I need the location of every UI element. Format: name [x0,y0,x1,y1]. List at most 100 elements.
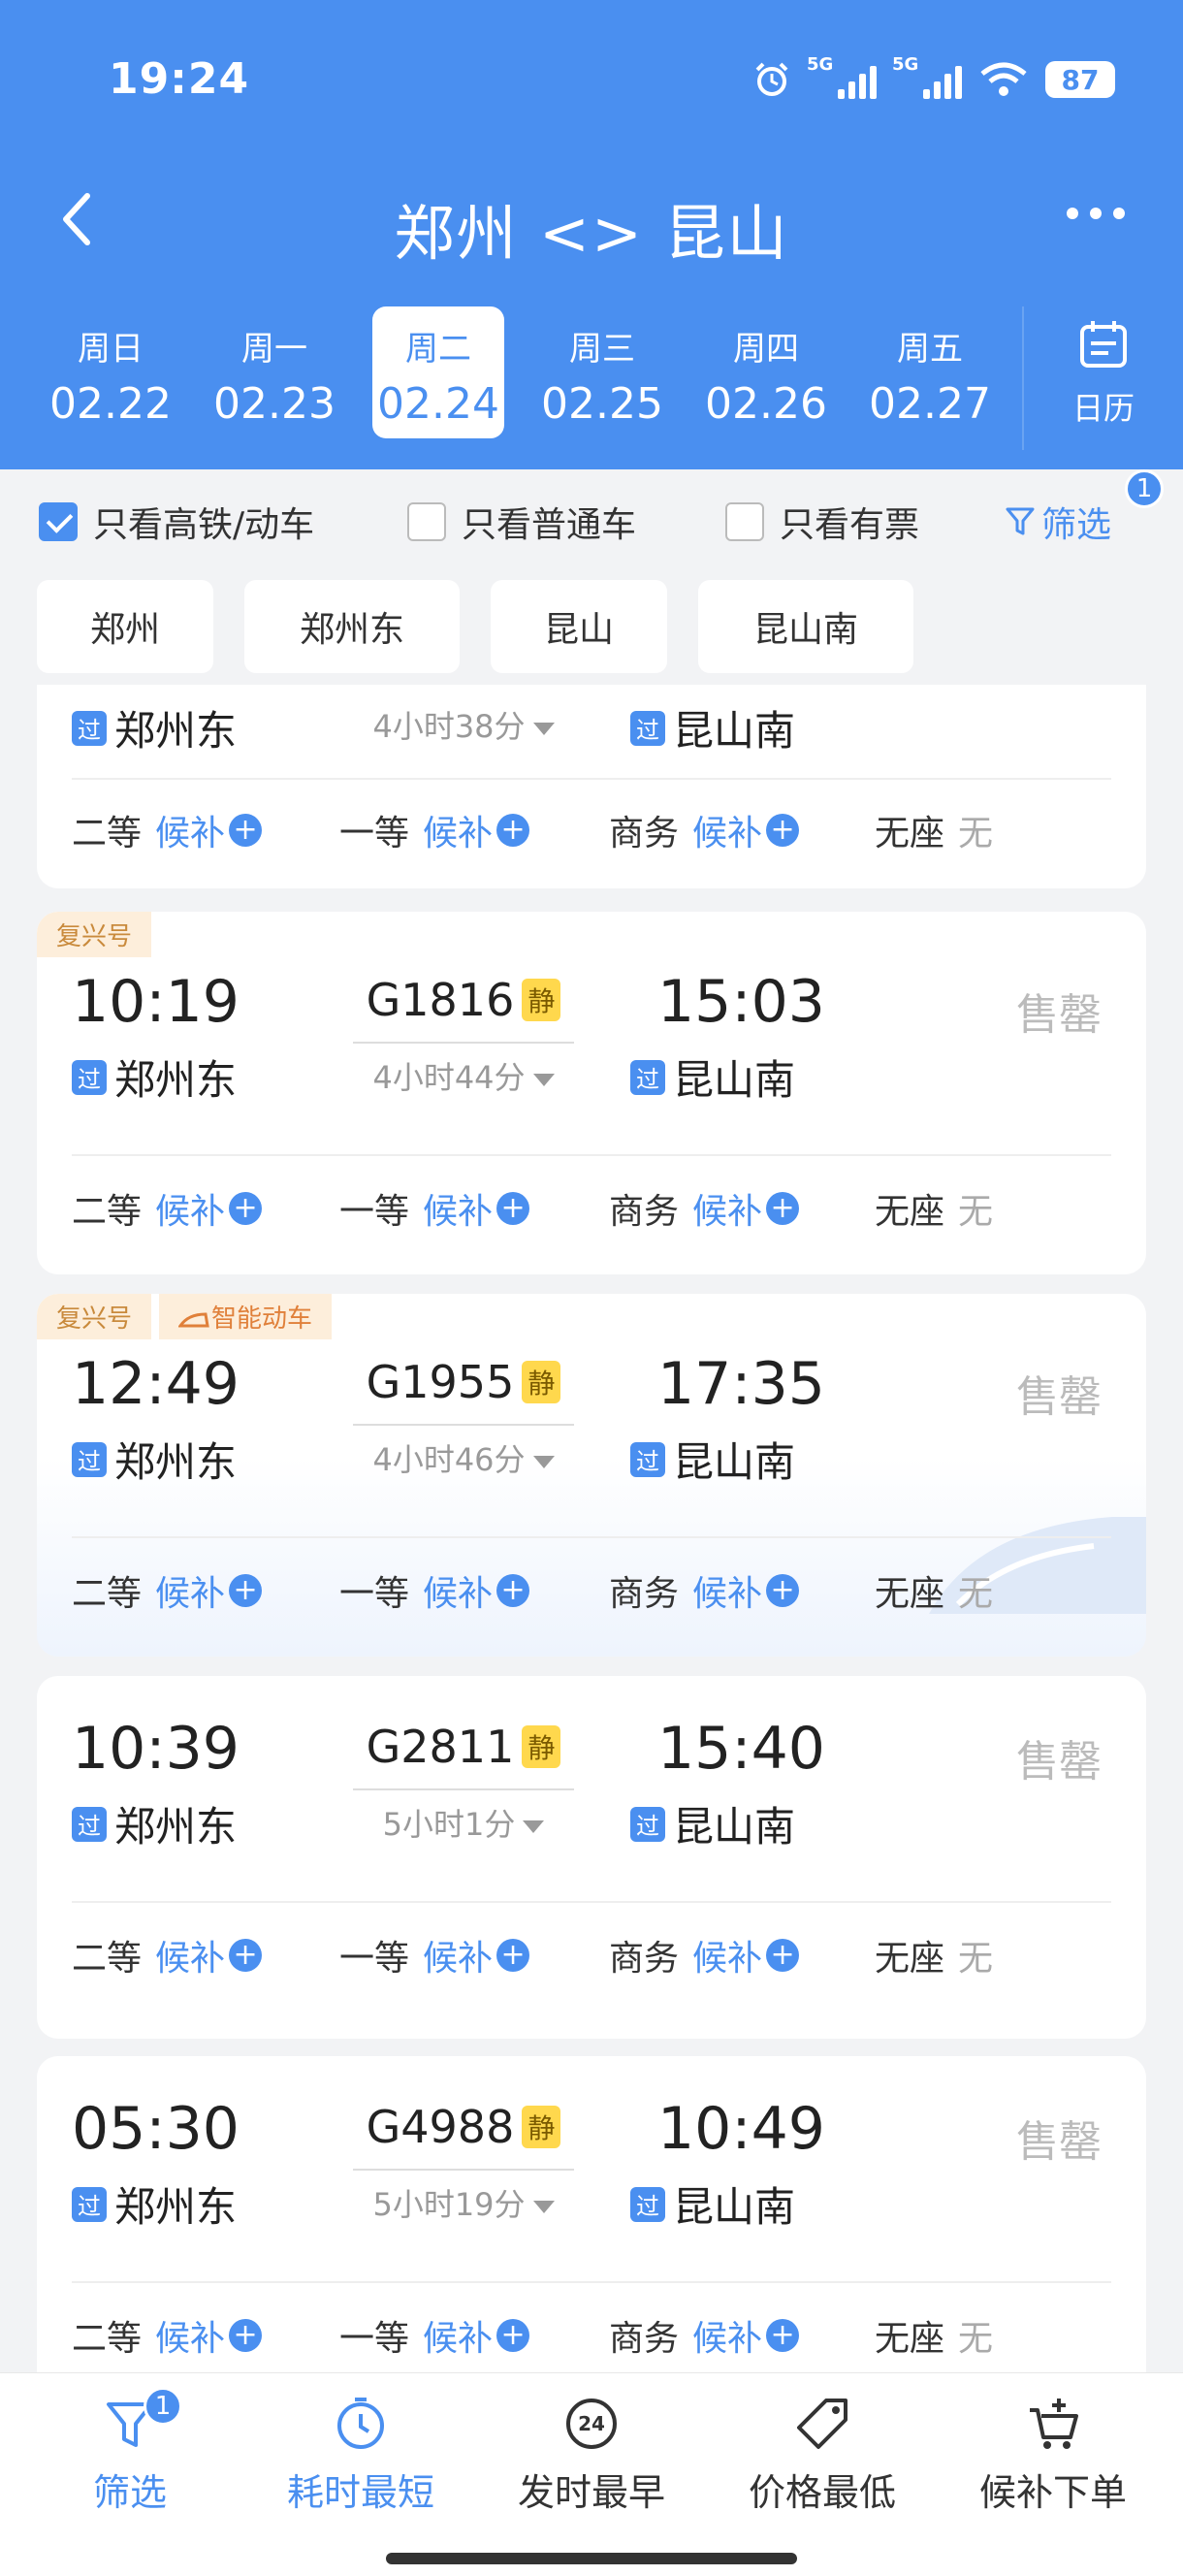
train-duration[interactable]: 5小时19分 [328,2180,599,2225]
seat-second-class[interactable]: 二等 候补 + [72,1930,263,1980]
nav-label: 发时最早 [517,2471,665,2514]
train-line [353,1424,574,1426]
seat-no-seat: 无座无 [875,1574,994,1614]
seat-second-class[interactable]: 二等 候补 + [72,805,263,855]
seat-business-class[interactable]: 商务 候补 + [609,1565,800,1616]
seat-business-class[interactable]: 商务 候补 + [609,1183,800,1234]
calendar-label: 日历 [1071,390,1135,427]
seat-business-class[interactable]: 商务 候补 + [609,2310,800,2361]
station-chips: 郑州 郑州东 昆山 昆山南 [0,580,1183,673]
seat-business-class[interactable]: 商务 候补 + [609,805,800,855]
checkbox-label: 只看普通车 [462,505,637,545]
train-list: 4小时38分 过郑州东 过昆山南 二等 候补 + 一等 候补 + 商务 候补 + 无座无 复… [0,685,1183,2372]
from-station: 过郑州东 [72,1047,237,1107]
clock-24-text: 24 [578,2412,605,2435]
plus-icon: + [229,1574,263,1607]
plus-icon: + [766,1192,800,1225]
high-speed-checkbox[interactable]: 只看高铁/动车 [39,497,314,547]
train-duration[interactable]: 4小时38分 [328,702,599,747]
nav-label: 耗时最短 [286,2471,434,2514]
train-line [353,2169,574,2171]
calendar-button[interactable]: 日历 [1022,306,1183,450]
train-duration[interactable]: 5小时1分 [328,1800,599,1845]
seat-first-class[interactable]: 一等 候补 + [339,1565,530,1616]
date-day: 02.25 [541,379,663,429]
date-tab[interactable]: 周五 02.27 [864,306,996,438]
date-tab-selected[interactable]: 周二 02.24 [372,306,504,438]
to-station: 过昆山南 [630,2174,795,2234]
seat-business-class[interactable]: 商务 候补 + [609,1930,800,1980]
train-line [353,1788,574,1790]
nav-lowest-price[interactable]: 价格最低 [706,2395,939,2516]
train-duration[interactable]: 4小时46分 [328,1435,599,1480]
nav-shortest-duration[interactable]: 耗时最短 [244,2395,477,2516]
seat-second-class[interactable]: 二等 候补 + [72,1183,263,1234]
seat-no-seat: 无座无 [875,1192,994,1232]
pass-icon: 过 [72,1806,107,1842]
train-card[interactable]: 4小时38分 过郑州东 过昆山南 二等 候补 + 一等 候补 + 商务 候补 + 无座无 [37,685,1146,888]
pass-icon: 过 [72,1441,107,1477]
pass-icon: 过 [72,2186,107,2222]
date-day: 02.26 [705,379,827,429]
quiet-car-badge: 静 [522,979,561,1021]
divider [72,1154,1111,1156]
regular-train-checkbox[interactable]: 只看普通车 [407,497,636,547]
nav-filter[interactable]: 筛选 [14,2395,246,2516]
train-number: G2811 静 [328,1721,599,1773]
home-indicator[interactable] [386,2553,797,2564]
seat-second-class[interactable]: 二等 候补 + [72,1565,263,1616]
date-tab[interactable]: 周三 02.25 [536,306,668,438]
nav-label: 筛选 [92,2471,167,2514]
station-chip[interactable]: 昆山南 [698,580,913,673]
cart-add-icon [1030,2399,1078,2449]
train-card[interactable]: 10:39 G2811 静 15:40 售罄 5小时1分 过郑州东 过昆山南 二等… [37,1676,1146,2039]
plus-icon: + [496,1192,530,1225]
station-chip[interactable]: 昆山 [491,580,667,673]
train-card[interactable]: 复兴号 智能动车 12:49 G1955 静 17:35 售罄 4小时46分 过郑… [37,1294,1146,1657]
filter-count-badge: 1 [144,2387,182,2426]
seat-no-seat: 无座无 [875,1939,994,1979]
alarm-icon [755,62,788,96]
quiet-car-badge: 静 [522,1725,561,1768]
date-weekday: 周三 [569,330,635,369]
checkbox-unchecked-icon [725,502,764,541]
seat-first-class[interactable]: 一等 候补 + [339,805,530,855]
date-day: 02.24 [377,379,499,429]
available-checkbox[interactable]: 只看有票 [725,497,919,547]
seat-second-class[interactable]: 二等 候补 + [72,2310,263,2361]
divider [72,778,1111,780]
seat-first-class[interactable]: 一等 候补 + [339,2310,530,2361]
smart-train-tag: 智能动车 [159,1294,333,1339]
more-icon[interactable] [1067,208,1125,219]
station-chip[interactable]: 郑州东 [244,580,460,673]
sold-out-status: 售罄 [1016,2117,1102,2167]
date-weekday: 周一 [241,330,307,369]
train-duration[interactable]: 4小时44分 [328,1053,599,1098]
expand-caret-icon [532,1455,555,1468]
checkbox-checked-icon [39,502,78,541]
seat-first-class[interactable]: 一等 候补 + [339,1930,530,1980]
train-card[interactable]: 复兴号 10:19 G1816 静 15:03 售罄 4小时44分 过郑州东 过昆… [37,912,1146,1274]
expand-caret-icon [523,1819,545,1833]
expand-caret-icon [532,722,555,735]
date-tab[interactable]: 周四 02.26 [700,306,832,438]
plus-icon: + [496,1574,530,1607]
train-number: G4988 静 [328,2101,599,2153]
station-chip[interactable]: 郑州 [37,580,213,673]
train-card[interactable]: 05:30 G4988 静 10:49 售罄 5小时19分 过郑州东 过昆山南 二… [37,2056,1146,2372]
date-tab[interactable]: 周日 02.22 [45,306,176,438]
filter-button[interactable]: 筛选 [1005,497,1111,547]
nav-earliest-departure[interactable]: 24 发时最早 [475,2395,708,2516]
nav-label: 价格最低 [748,2471,896,2514]
plus-icon: + [496,2319,530,2352]
pass-icon: 过 [72,710,107,746]
seat-first-class[interactable]: 一等 候补 + [339,1183,530,1234]
plus-icon: + [229,814,263,847]
arrive-time: 10:49 [657,2095,825,2163]
price-tag-icon [797,2399,847,2449]
arrive-time: 15:40 [657,1715,825,1783]
date-tab[interactable]: 周一 02.23 [208,306,340,438]
calendar-icon [1080,321,1127,368]
nav-waitlist-order[interactable]: 候补下单 [937,2395,1169,2516]
plus-icon: + [766,2319,800,2352]
